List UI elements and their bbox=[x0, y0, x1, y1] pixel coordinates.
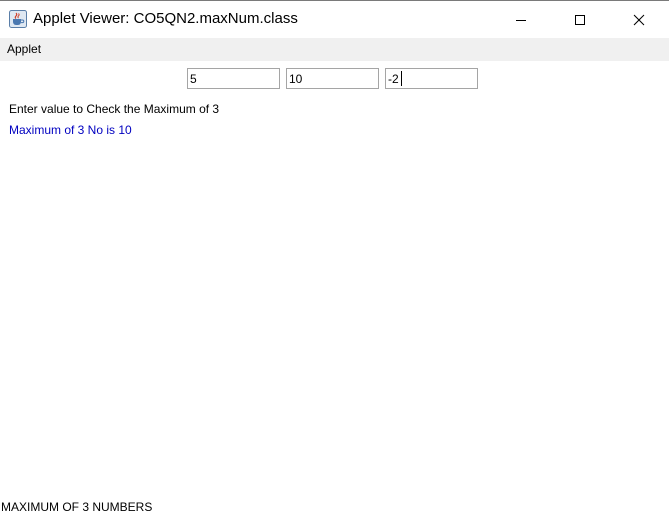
number-field-3[interactable] bbox=[385, 68, 478, 89]
result-label: Maximum of 3 No is 10 bbox=[9, 123, 132, 137]
minimize-icon bbox=[516, 19, 526, 21]
window-title: Applet Viewer: CO5QN2.maxNum.class bbox=[33, 10, 298, 27]
maximize-icon bbox=[575, 14, 585, 25]
number-field-2[interactable] bbox=[286, 68, 379, 89]
java-cup-icon bbox=[9, 10, 27, 28]
close-button[interactable] bbox=[610, 1, 668, 38]
number-field-1[interactable] bbox=[187, 68, 280, 89]
close-icon bbox=[633, 14, 645, 25]
minimize-button[interactable] bbox=[492, 1, 550, 38]
menu-bar: Applet bbox=[0, 38, 669, 61]
menu-applet[interactable]: Applet bbox=[7, 42, 41, 56]
applet-panel: Enter value to Check the Maximum of 3 Ma… bbox=[0, 61, 669, 516]
maximize-button[interactable] bbox=[551, 1, 609, 38]
text-caret bbox=[401, 71, 402, 86]
prompt-label: Enter value to Check the Maximum of 3 bbox=[9, 102, 220, 116]
status-text: MAXIMUM OF 3 NUMBERS bbox=[1, 500, 153, 514]
title-bar[interactable]: Applet Viewer: CO5QN2.maxNum.class bbox=[0, 0, 669, 38]
